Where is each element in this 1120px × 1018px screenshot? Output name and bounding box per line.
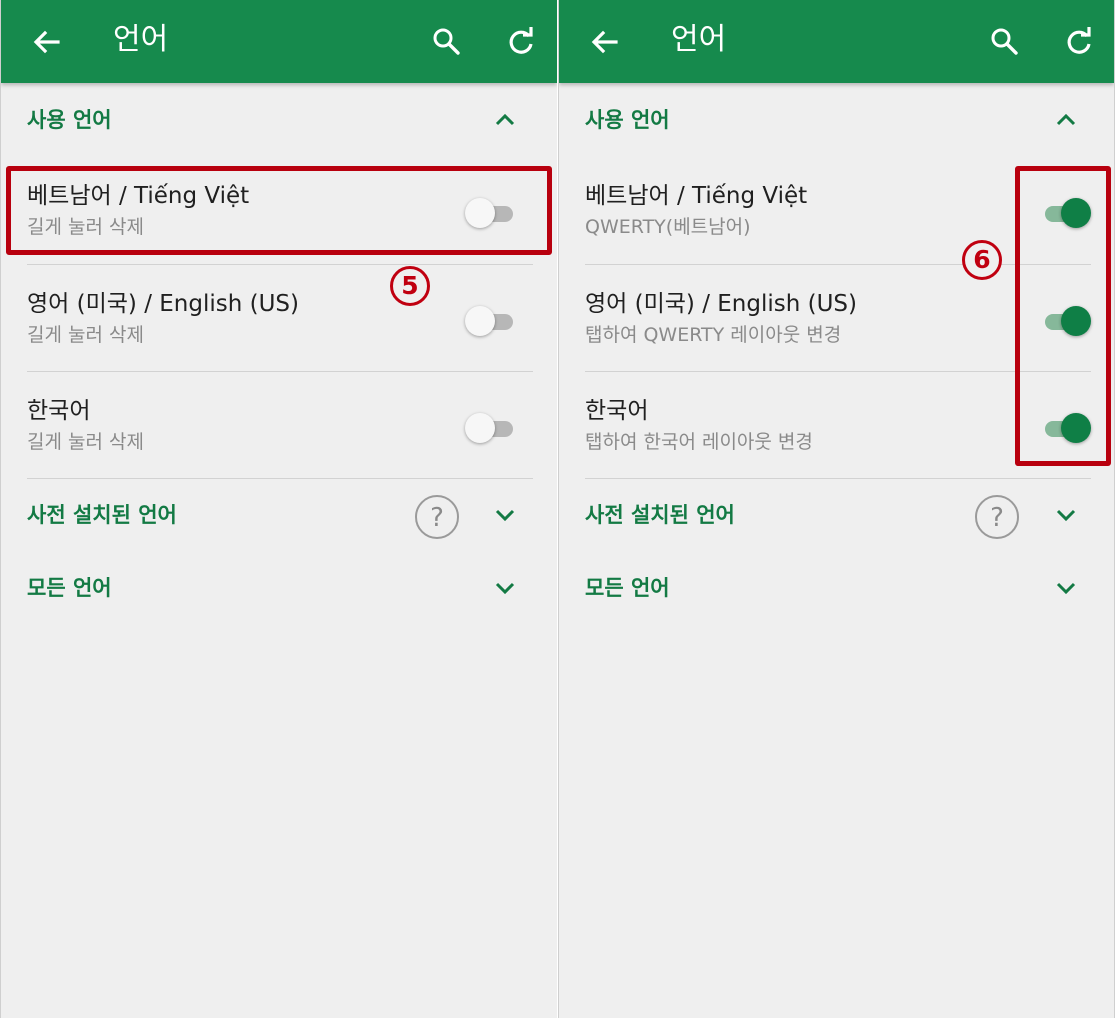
- section-title: 사전 설치된 언어: [27, 503, 177, 527]
- section-used-languages[interactable]: 사용 언어: [559, 100, 1114, 140]
- chevron-down-icon[interactable]: [1052, 574, 1080, 602]
- step-marker-6: 6: [962, 240, 1002, 280]
- chevron-up-icon[interactable]: [1052, 106, 1080, 134]
- section-preinstalled-languages[interactable]: 사전 설치된 언어 ?: [559, 495, 1114, 539]
- language-name: 영어 (미국) / English (US): [585, 291, 858, 317]
- language-name: 한국어: [27, 398, 91, 424]
- arrow-left-icon[interactable]: [25, 20, 69, 64]
- app-bar: 언어: [559, 0, 1114, 83]
- highlight-box: [1015, 166, 1111, 466]
- section-preinstalled-languages[interactable]: 사전 설치된 언어 ?: [1, 495, 557, 539]
- page-title: 언어: [671, 22, 727, 57]
- chevron-down-icon[interactable]: [1052, 501, 1080, 529]
- divider: [27, 478, 533, 479]
- page-title: 언어: [113, 22, 169, 57]
- keyboard-language-screen-after: 언어 사용 언어 베트남어 / Tiếng Việt QWERTY(베트남어) …: [558, 0, 1115, 1018]
- section-title: 사용 언어: [585, 108, 670, 132]
- divider: [27, 371, 533, 372]
- language-row-korean[interactable]: 한국어 길게 눌러 삭제: [1, 396, 557, 503]
- section-all-languages[interactable]: 모든 언어: [559, 568, 1114, 608]
- language-subtitle: 탭하여 한국어 레이아웃 변경: [585, 431, 813, 453]
- chevron-up-icon[interactable]: [491, 106, 519, 134]
- language-row-english-us[interactable]: 영어 (미국) / English (US) 길게 눌러 삭제: [1, 289, 557, 396]
- help-circle-icon[interactable]: ?: [973, 493, 1021, 541]
- language-subtitle: 길게 눌러 삭제: [27, 324, 144, 346]
- chevron-down-icon[interactable]: [491, 501, 519, 529]
- refresh-icon[interactable]: [499, 20, 543, 64]
- app-bar: 언어: [1, 0, 557, 83]
- svg-text:?: ?: [990, 503, 1004, 533]
- search-icon[interactable]: [983, 20, 1027, 64]
- section-title: 모든 언어: [585, 576, 670, 600]
- language-subtitle: 길게 눌러 삭제: [27, 431, 144, 453]
- section-all-languages[interactable]: 모든 언어: [1, 568, 557, 608]
- language-toggle[interactable]: [465, 305, 519, 337]
- language-name: 베트남어 / Tiếng Việt: [585, 183, 808, 209]
- chevron-down-icon[interactable]: [491, 574, 519, 602]
- section-title: 모든 언어: [27, 576, 112, 600]
- section-used-languages[interactable]: 사용 언어: [1, 100, 557, 140]
- step-marker-5: 5: [390, 266, 430, 306]
- language-subtitle: QWERTY(베트남어): [585, 216, 751, 238]
- keyboard-language-screen-before: 언어 사용 언어 베트남어 / Tiếng Việt 길게 눌러 삭제 영어 (…: [0, 0, 557, 1018]
- search-icon[interactable]: [425, 20, 469, 64]
- highlight-box: [6, 166, 552, 255]
- language-subtitle: 탭하여 QWERTY 레이아웃 변경: [585, 324, 842, 346]
- language-name: 한국어: [585, 398, 649, 424]
- refresh-icon[interactable]: [1057, 20, 1101, 64]
- language-name: 영어 (미국) / English (US): [27, 291, 300, 317]
- svg-text:?: ?: [430, 503, 444, 533]
- section-title: 사전 설치된 언어: [585, 503, 735, 527]
- section-title: 사용 언어: [27, 108, 112, 132]
- help-circle-icon[interactable]: ?: [413, 493, 461, 541]
- language-toggle[interactable]: [465, 412, 519, 444]
- divider: [585, 478, 1091, 479]
- divider: [27, 264, 533, 265]
- arrow-left-icon[interactable]: [583, 20, 627, 64]
